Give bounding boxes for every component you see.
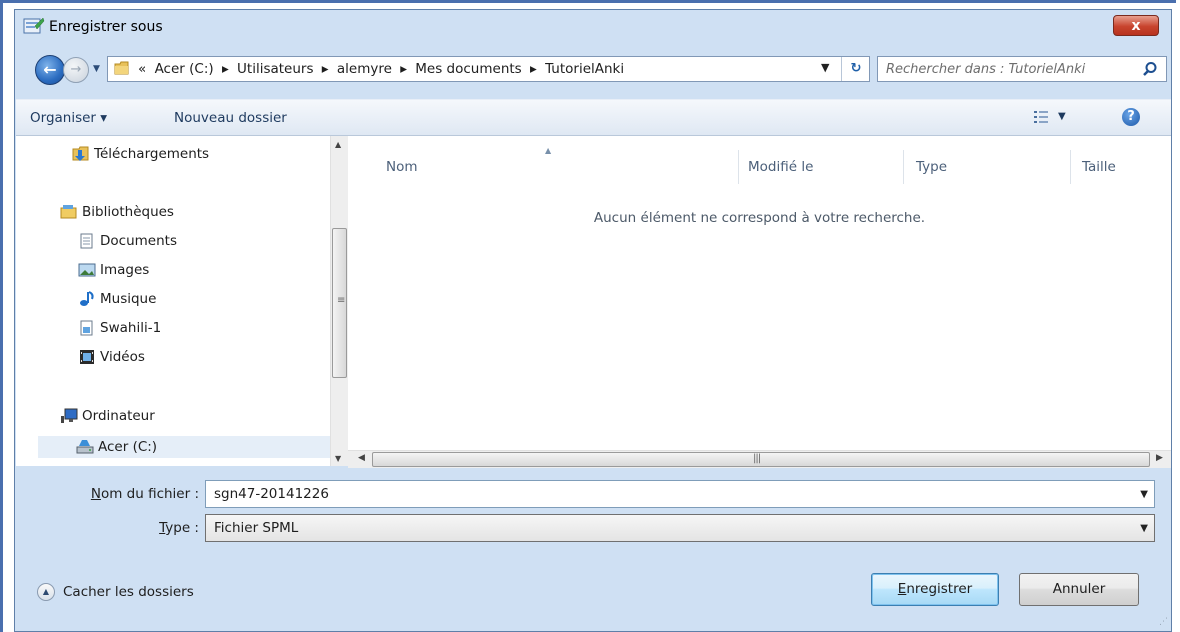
save-as-dialog: Enregistrer sous x ← → ▼ « Acer (C:) ▸ U…: [14, 9, 1172, 632]
sidebar-item-label: Acer (C:): [98, 439, 158, 455]
scrollbar-thumb[interactable]: ≡: [332, 228, 347, 378]
computer-icon: [61, 408, 78, 423]
scroll-left-icon[interactable]: ◀: [358, 453, 365, 463]
address-bar[interactable]: « Acer (C:) ▸ Utilisateurs ▸ alemyre ▸ M…: [107, 56, 870, 82]
browser-area: Téléchargements Bibliothèques Documents …: [16, 136, 1171, 468]
view-dropdown-icon[interactable]: ▼: [1058, 111, 1066, 122]
breadcrumb-item-utilisateurs[interactable]: Utilisateurs: [237, 61, 313, 77]
sidebar-item-label: Bibliothèques: [82, 204, 174, 220]
save-dialog-icon: [23, 17, 45, 34]
library-icon: [80, 320, 93, 336]
sidebar-item-label: Téléchargements: [94, 146, 210, 162]
horizontal-scrollbar[interactable]: ◀ ||| ▶: [348, 450, 1171, 468]
breadcrumb-item-mes-documents[interactable]: Mes documents: [415, 61, 521, 77]
type-label: Type :: [159, 520, 199, 536]
libraries-icon: [60, 205, 77, 219]
navigation-row: ← → ▼ « Acer (C:) ▸ Utilisateurs ▸ alemy…: [15, 52, 1171, 92]
sidebar-item-bibliotheques[interactable]: Bibliothèques: [60, 204, 174, 226]
organize-button[interactable]: Organiser ▾: [30, 110, 107, 126]
sidebar-item-documents[interactable]: Documents: [78, 233, 177, 255]
column-header-name[interactable]: Nom: [386, 159, 418, 175]
search-input[interactable]: Rechercher dans : TutorielAnki: [877, 56, 1167, 82]
sort-ascending-icon: ▲: [545, 146, 552, 155]
breadcrumb: « Acer (C:) ▸ Utilisateurs ▸ alemyre ▸ M…: [138, 61, 628, 77]
close-button[interactable]: x: [1113, 15, 1159, 36]
type-select[interactable]: Fichier SPML ▼: [205, 514, 1155, 542]
hide-folders-label: Cacher les dossiers: [63, 584, 194, 600]
sidebar-item-ordinateur[interactable]: Ordinateur: [60, 408, 155, 430]
downloads-folder-icon: [72, 146, 89, 161]
window-title: Enregistrer sous: [49, 19, 163, 35]
save-button[interactable]: Enregistrer: [871, 573, 999, 606]
type-dropdown-icon[interactable]: ▼: [1140, 523, 1148, 534]
command-toolbar: Organiser ▾ Nouveau dossier ▼ ?: [16, 99, 1171, 136]
folder-icon: [114, 61, 129, 75]
sidebar-item-label: Vidéos: [100, 349, 145, 365]
forward-button[interactable]: →: [63, 57, 89, 83]
navigation-scrollbar[interactable]: ▲ ≡ ▼: [330, 136, 348, 466]
help-icon[interactable]: ?: [1122, 108, 1140, 126]
images-icon: [78, 263, 96, 277]
cancel-button[interactable]: Annuler: [1019, 573, 1139, 606]
history-dropdown-icon[interactable]: ▼: [93, 64, 100, 74]
navigation-pane: Téléchargements Bibliothèques Documents …: [16, 136, 330, 466]
breadcrumb-separator[interactable]: ▸: [530, 61, 537, 77]
grip-icon: |||: [753, 453, 761, 464]
documents-icon: [80, 233, 93, 249]
filename-field[interactable]: sgn47-20141226 ▼: [205, 480, 1155, 508]
column-header-size[interactable]: Taille: [1082, 159, 1116, 175]
breadcrumb-separator[interactable]: ▸: [222, 61, 229, 77]
videos-icon: [80, 350, 94, 364]
sidebar-item-label: Ordinateur: [82, 408, 155, 424]
back-button[interactable]: ←: [35, 55, 65, 85]
column-divider[interactable]: [738, 150, 739, 184]
sidebar-item-videos[interactable]: Vidéos: [78, 349, 145, 371]
view-options-icon[interactable]: [1033, 110, 1049, 124]
search-icon[interactable]: [1142, 61, 1158, 77]
breadcrumb-separator[interactable]: ▸: [400, 61, 407, 77]
filename-row: Nom du fichier : sgn47-20141226 ▼: [15, 480, 1171, 510]
filename-value: sgn47-20141226: [214, 486, 329, 502]
empty-message: Aucun élément ne correspond à votre rech…: [593, 210, 926, 226]
breadcrumb-separator[interactable]: ▸: [322, 61, 329, 77]
filename-dropdown-icon[interactable]: ▼: [1140, 489, 1148, 500]
grip-icon: ≡: [337, 295, 346, 306]
sidebar-item-label: Documents: [100, 233, 177, 249]
file-list: ▲ Nom Modifié le Type Taille Aucun éléme…: [348, 136, 1171, 468]
type-row: Type : Fichier SPML ▼: [15, 514, 1171, 544]
address-dropdown-icon[interactable]: ▼: [821, 61, 829, 74]
music-icon: [80, 291, 94, 306]
sidebar-item-label: Musique: [100, 291, 157, 307]
column-header-modified[interactable]: Modifié le: [748, 159, 813, 175]
new-folder-button[interactable]: Nouveau dossier: [174, 110, 287, 126]
sidebar-item-telechargements[interactable]: Téléchargements: [72, 146, 209, 168]
collapse-up-icon: ▲: [37, 583, 55, 601]
sidebar-item-swahili-1[interactable]: Swahili-1: [78, 320, 161, 342]
scroll-down-icon[interactable]: ▼: [335, 454, 341, 463]
scrollbar-thumb[interactable]: |||: [372, 452, 1150, 467]
scroll-right-icon[interactable]: ▶: [1156, 453, 1163, 463]
breadcrumb-item-tutorielanki[interactable]: TutorielAnki: [545, 61, 624, 77]
drive-icon: [76, 440, 94, 454]
title-bar[interactable]: Enregistrer sous x: [15, 10, 1171, 50]
type-value: Fichier SPML: [214, 520, 299, 536]
breadcrumb-item-alemyre[interactable]: alemyre: [337, 61, 392, 77]
breadcrumb-item-acer[interactable]: Acer (C:): [155, 61, 214, 77]
breadcrumb-overflow[interactable]: «: [138, 61, 146, 77]
scroll-up-icon[interactable]: ▲: [335, 140, 341, 149]
search-placeholder: Rechercher dans : TutorielAnki: [886, 62, 1086, 77]
sidebar-item-label: Images: [100, 262, 150, 278]
sidebar-item-musique[interactable]: Musique: [78, 291, 156, 313]
refresh-button[interactable]: ↻: [841, 57, 870, 81]
sidebar-item-acer-c[interactable]: Acer (C:): [38, 436, 330, 458]
sidebar-item-label: Swahili-1: [100, 320, 162, 336]
filename-label: Nom du fichier :: [90, 486, 199, 502]
resize-grip-icon[interactable]: ⋰: [1159, 617, 1168, 627]
column-divider[interactable]: [1070, 150, 1071, 184]
sidebar-item-images[interactable]: Images: [78, 262, 149, 284]
column-divider[interactable]: [903, 150, 904, 184]
column-header-type[interactable]: Type: [916, 159, 947, 175]
